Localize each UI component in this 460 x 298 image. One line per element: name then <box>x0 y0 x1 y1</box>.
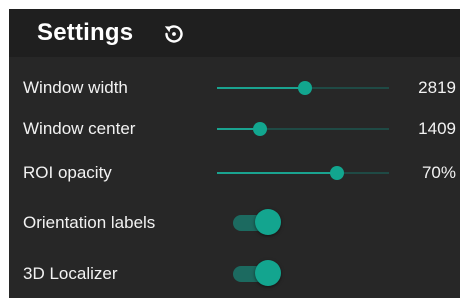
slider-thumb[interactable] <box>330 166 345 180</box>
window-center-row: Window center 1409 <box>9 112 460 146</box>
roi-opacity-slider[interactable] <box>217 162 389 184</box>
window-width-row: Window width 2819 <box>9 71 460 105</box>
window-width-slider[interactable] <box>217 77 389 99</box>
window-width-label: Window width <box>23 78 128 97</box>
window-center-label: Window center <box>23 119 136 138</box>
slider-thumb[interactable] <box>297 81 312 95</box>
slider-fill <box>217 87 305 89</box>
orientation-labels-row: Orientation labels <box>9 206 460 240</box>
roi-opacity-label: ROI opacity <box>23 163 112 182</box>
slider-thumb[interactable] <box>253 122 267 136</box>
window-width-value: 2819 <box>418 78 456 97</box>
settings-title: Settings <box>37 19 134 46</box>
settings-panel: Settings Window width 2819 Window center… <box>9 9 460 298</box>
orientation-labels-label: Orientation labels <box>23 213 156 232</box>
window-center-slider[interactable] <box>217 118 389 140</box>
slider-fill <box>217 172 338 174</box>
roi-opacity-row: ROI opacity 70% <box>9 156 460 190</box>
3d-localizer-row: 3D Localizer <box>9 257 460 291</box>
3d-localizer-toggle[interactable] <box>233 259 283 289</box>
3d-localizer-label: 3D Localizer <box>23 264 118 283</box>
orientation-labels-toggle[interactable] <box>233 208 283 238</box>
toggle-knob <box>255 209 281 235</box>
reset-rotate-icon[interactable] <box>161 21 187 47</box>
window-center-value: 1409 <box>418 119 456 138</box>
settings-header: Settings <box>9 9 460 57</box>
roi-opacity-value: 70% <box>421 163 456 182</box>
toggle-knob <box>255 260 281 286</box>
